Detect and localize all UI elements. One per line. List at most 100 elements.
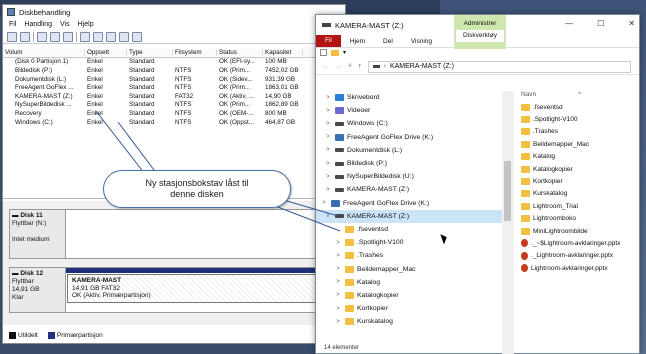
chevron-right-icon[interactable]: > [324,121,332,127]
delete-icon[interactable] [93,31,103,42]
menu-file[interactable]: Fil [9,21,16,28]
nav-item[interactable]: > FreeAgent GoFlex Drive (K:) [316,197,502,210]
list-item[interactable]: MiniLightroombilde [519,225,637,237]
nav-scrollbar[interactable] [502,91,514,354]
forward-icon[interactable] [20,31,30,42]
minimize-icon[interactable]: — [565,19,573,28]
list-item[interactable]: ._~$Lightroom-avklaringer.pptx [519,237,637,249]
chevron-right-icon[interactable]: > [334,240,342,246]
col-type[interactable]: Type [127,49,173,57]
up-arrow-icon[interactable]: ↑ [358,63,362,70]
disk-11[interactable]: ▬ Disk 11 Flyttbar (N:) Intet medium [9,209,339,259]
nav-item[interactable]: > KAMERA-MAST (Z:) [316,183,502,196]
dropdown-icon[interactable]: ▾ [343,49,346,56]
nav-item[interactable]: .fseventsd [316,223,502,236]
list-item[interactable]: Kurskatalog [519,188,637,200]
chevron-right-icon[interactable]: > [334,279,342,285]
tab-share[interactable]: Del [374,38,402,45]
disk-icon[interactable] [132,31,142,42]
chevron-right-icon[interactable]: > [334,292,342,298]
maximize-icon[interactable]: ☐ [597,19,604,28]
menu-action[interactable]: Handling [24,21,52,28]
nav-item[interactable]: > Windows (C:) [316,117,502,130]
chevron-right-icon[interactable]: > [334,319,342,325]
nav-item[interactable]: > .Spotlight-V100 [316,236,502,249]
list-item[interactable]: .Trashes [519,126,637,138]
list-item[interactable]: ._Lightroom-avklaringer.pptx [519,250,637,262]
nav-item[interactable]: > Katalogkopier [316,289,502,302]
tab-home[interactable]: Hjem [341,38,374,45]
table-row[interactable]: Bildedisk (P:) Enkel Standard NTFS OK (Prim.… [3,66,345,75]
col-filesystem[interactable]: Filsystem [173,49,217,57]
context-tab-sub[interactable]: Diskverktøy [456,30,504,42]
check-icon[interactable] [106,31,116,42]
nav-item[interactable]: > Skrivebord [316,91,502,104]
chevron-right-icon[interactable]: > [324,187,332,193]
properties-icon[interactable] [320,49,327,56]
menu-help[interactable]: Hjelp [78,21,94,28]
chevron-down-icon[interactable]: v [324,213,332,219]
back-icon[interactable] [7,31,17,42]
chevron-right-icon[interactable]: > [334,253,342,259]
list-item[interactable]: Lightroom_Trial [519,200,637,212]
nav-item[interactable]: v KAMERA-MAST (Z:) [316,209,502,223]
table-row[interactable]: FreeAgent GoFlex ... Enkel Standard NTFS OK … [3,83,345,92]
help-icon[interactable] [50,31,60,42]
connect-icon[interactable] [80,31,90,42]
context-tab-manage[interactable]: Administrer Diskverktøy [454,15,506,49]
nav-item[interactable]: > NySuperBildedisk (U:) [316,170,502,183]
list-item[interactable]: .Spotlight-V100 [519,113,637,125]
forward-arrow-icon[interactable]: → [335,63,342,70]
column-name-header[interactable]: Navn ^ [519,91,637,101]
chevron-right-icon[interactable]: > [320,200,328,206]
list-item[interactable]: Kortkopier [519,175,637,187]
tab-view[interactable]: Visning [402,38,441,45]
col-volume[interactable]: Volum [3,49,85,57]
chevron-right-icon[interactable]: > [334,266,342,272]
table-row[interactable]: NySuperBildedisk ... Enkel Standard NTFS OK … [3,101,345,110]
list-item[interactable]: Lightroomboko [519,213,637,225]
col-capacity[interactable]: Kapasitet [263,49,303,57]
chevron-right-icon[interactable]: > [324,161,332,167]
tab-file[interactable]: Fil [316,35,341,47]
table-row[interactable]: Dokumentdisk (L:) Enkel Standard NTFS OK (Si… [3,75,345,84]
nav-item[interactable]: > Bildedisk (P:) [316,157,502,170]
chevron-right-icon[interactable]: > [324,147,332,153]
table-row[interactable]: KAMERA-MAST (Z:) Enkel Standard FAT32 OK (Ak… [3,92,345,101]
chevron-right-icon[interactable]: > [324,95,332,101]
new-folder-icon[interactable] [331,49,339,56]
nav-item[interactable]: > Kortkopier [316,302,502,315]
nav-item[interactable]: > .Trashes [316,249,502,262]
nav-item[interactable]: > Katalog [316,276,502,289]
path-segment[interactable]: KAMERA-MAST (Z:) [390,63,454,70]
list-item[interactable]: Beildemapper_Mac [519,138,637,150]
table-row[interactable]: Windows (C:) Enkel Standard NTFS OK (Oppst..… [3,118,345,127]
recent-dropdown-icon[interactable]: ˅ [348,63,352,70]
disk-12[interactable]: ▬ Disk 12 Flyttbar 14,91 GB Klar KAMERA-… [9,267,339,313]
col-layout[interactable]: Oppsett [85,49,127,57]
menu-view[interactable]: Vis [60,21,70,28]
col-status[interactable]: Status [217,49,263,57]
back-arrow-icon[interactable]: ← [322,63,329,70]
chevron-right-icon[interactable]: > [324,108,332,114]
table-row[interactable]: Recovery Enkel Standard NTFS OK (OEM-... 800 … [3,109,345,118]
address-bar[interactable]: › KAMERA-MAST (Z:) [367,60,631,73]
list-item[interactable]: Katalog [519,151,637,163]
nav-item[interactable]: > Kurskatalog [316,315,502,328]
properties-icon[interactable] [63,31,73,42]
partition-kamera-mast[interactable]: KAMERA-MAST 14,91 GB FAT32 OK (Aktiv, Pr… [66,268,338,312]
chevron-right-icon[interactable]: > [324,174,332,180]
list-item[interactable]: Katalogkopier [519,163,637,175]
scrollbar-thumb[interactable] [504,161,511,221]
nav-item[interactable]: > FreeAgent GoFlex Drive (K:) [316,131,502,144]
nav-item[interactable]: > Videoer [316,104,502,117]
close-icon[interactable]: ✕ [628,19,635,28]
table-row[interactable]: (Disk 0 Partisjon 1) Enkel Standard OK (EFI… [3,58,345,67]
nav-item[interactable]: > Beildemapper_Mac [316,262,502,275]
folder-icon[interactable] [119,31,129,42]
list-view-icon[interactable] [37,31,47,42]
nav-item[interactable]: > Dokumentdisk (L:) [316,144,502,157]
chevron-right-icon[interactable]: > [334,306,342,312]
list-item[interactable]: Lightroom-avklaringer.pptx [519,262,637,274]
list-item[interactable]: .fseventsd [519,101,637,113]
